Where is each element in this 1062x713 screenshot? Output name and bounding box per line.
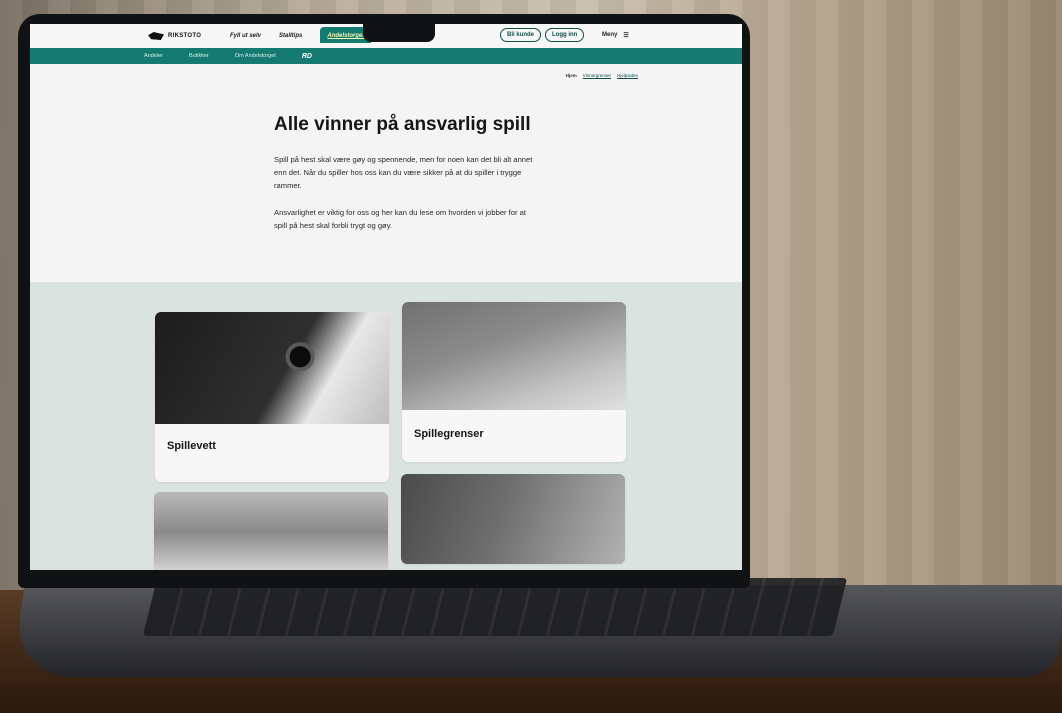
card-4[interactable] bbox=[401, 474, 625, 564]
card-image-horse-eye bbox=[155, 312, 389, 424]
page-title: Alle vinner på ansvarlig spill bbox=[274, 114, 531, 135]
hamburger-icon: ☰ bbox=[623, 33, 629, 39]
hero-section: Alle vinner på ansvarlig spill Spill på … bbox=[274, 112, 534, 246]
site-logo[interactable]: RIKSTOTO bbox=[148, 32, 201, 40]
intro-paragraph-2: Ansvarlighet er viktig for oss og her ka… bbox=[274, 208, 526, 230]
logo-text: RIKSTOTO bbox=[168, 33, 202, 39]
nav-fyll-ut-selv[interactable]: Fyll ut selv bbox=[230, 33, 261, 43]
logg-inn-button[interactable]: Logg inn bbox=[545, 28, 585, 42]
card-spillevett[interactable]: Spillevett bbox=[155, 312, 389, 482]
horse-logo-icon bbox=[148, 32, 164, 40]
breadcrumb-item[interactable]: Hjelpsiden bbox=[617, 73, 638, 78]
card-title: Spillegrenser bbox=[414, 428, 484, 440]
camera-notch bbox=[363, 24, 435, 42]
card-image-horse-bridle bbox=[401, 474, 625, 564]
browser-screen: RIKSTOTO Fyll ut selv Stalltips Andelsto… bbox=[30, 24, 742, 570]
rd-logo[interactable]: RD bbox=[302, 53, 312, 60]
card-spillegrenser[interactable]: Spillegrenser bbox=[402, 302, 626, 462]
intro-paragraph: Spill på hest skal være gøy og spennende… bbox=[274, 155, 533, 190]
card-image-horse-hand bbox=[402, 302, 626, 410]
primary-nav: Fyll ut selv Stalltips Andelstorget bbox=[230, 27, 372, 43]
header-actions: Bli kunde Logg inn bbox=[500, 28, 585, 42]
card-3[interactable] bbox=[154, 492, 388, 570]
nav-stalltips[interactable]: Stalltips bbox=[279, 33, 302, 43]
menu-button[interactable]: Meny ☰ bbox=[602, 32, 629, 39]
breadcrumb-item[interactable]: Vinnergrenser bbox=[583, 73, 611, 78]
subnav-om-andelstorget[interactable]: Om Andelstorget bbox=[235, 53, 276, 59]
menu-label: Meny bbox=[602, 32, 618, 38]
bli-kunde-button[interactable]: Bli kunde bbox=[500, 28, 542, 42]
subnav-butikker[interactable]: Butikker bbox=[189, 53, 209, 59]
sub-nav: Andeler Butikker Om Andelstorget RD bbox=[30, 48, 742, 64]
breadcrumb: Hjem Vinnergrenser Hjelpsiden bbox=[566, 73, 638, 78]
card-image-horse-closeup bbox=[154, 492, 388, 570]
subnav-andeler[interactable]: Andeler bbox=[144, 53, 163, 59]
breadcrumb-home[interactable]: Hjem bbox=[566, 73, 577, 78]
card-title: Spillevett bbox=[167, 440, 216, 452]
cards-section: Spillevett Spillegrenser bbox=[30, 282, 742, 570]
